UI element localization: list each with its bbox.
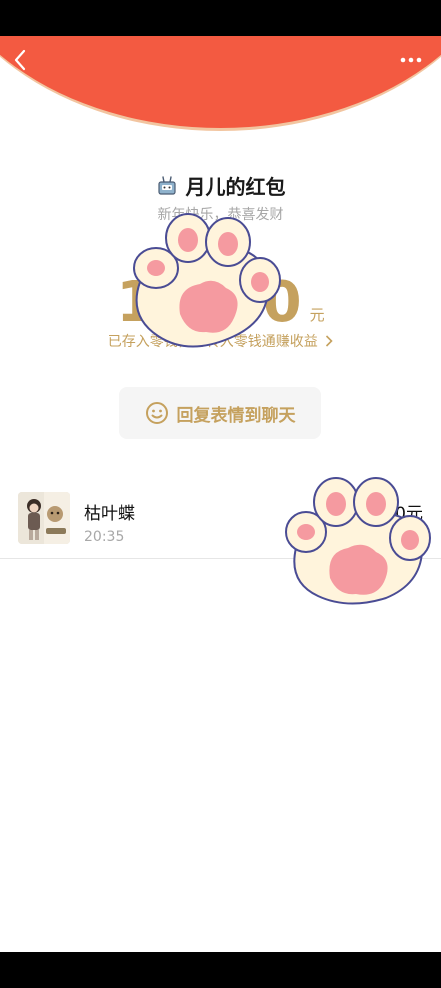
reply-button-label: 回复表情到聊天 (176, 405, 296, 426)
avatar[interactable] (18, 492, 70, 544)
amount-currency: 元 (309, 306, 325, 324)
back-button[interactable] (6, 46, 34, 74)
more-icon (400, 57, 422, 63)
status-bar (0, 0, 441, 36)
sender-title: 月儿的红包 (185, 174, 286, 199)
more-button[interactable] (393, 46, 429, 74)
sender-title-row: 月儿的红包 (0, 170, 441, 200)
sender-sticker-icon (157, 176, 176, 195)
receive-time: 20:35 (84, 529, 125, 545)
smiley-icon (145, 402, 168, 424)
back-icon (14, 49, 26, 71)
paw-sticker-bottom (285, 477, 431, 605)
system-nav-bar (0, 952, 441, 988)
red-packet-header (0, 36, 441, 131)
receiver-name: 枯叶蝶 (84, 504, 135, 524)
reply-with-sticker-button[interactable]: 回复表情到聊天 (119, 387, 321, 439)
paw-sticker-top (133, 213, 281, 348)
chevron-right-icon (326, 335, 333, 347)
red-packet-detail-screen: 月儿的红包 新年快乐，恭喜发财 18.00 元 已存入零钱，可转入零钱通赚收益 … (0, 36, 441, 952)
